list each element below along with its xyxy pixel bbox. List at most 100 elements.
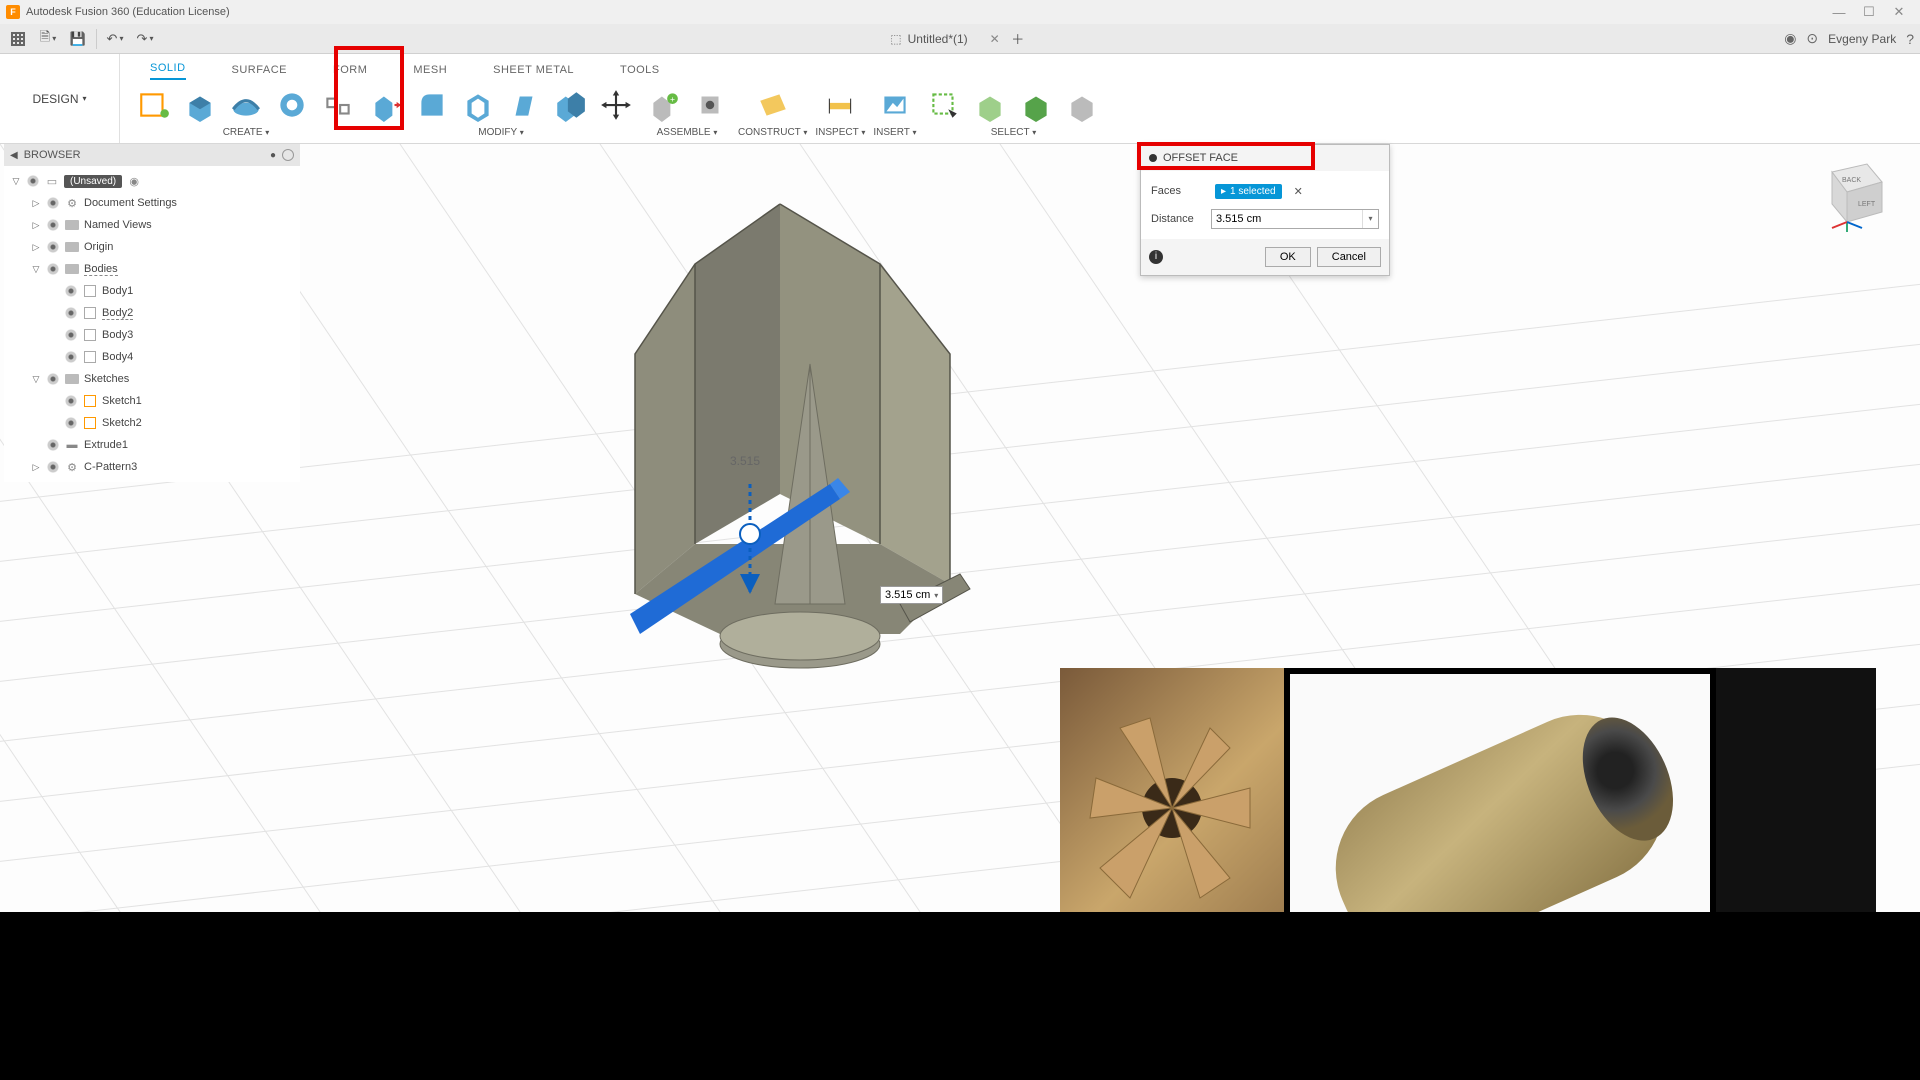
close-button[interactable]: ✕	[1884, 4, 1914, 20]
clear-selection-button[interactable]: ✕	[1294, 185, 1303, 198]
extrude-tool[interactable]	[180, 85, 220, 125]
window-select-tool[interactable]	[924, 85, 964, 125]
insert-label[interactable]: INSERT ▾	[873, 127, 916, 138]
tab-tools[interactable]: TOOLS	[620, 64, 660, 80]
select-component-tool[interactable]	[1062, 85, 1102, 125]
dialog-title-bar[interactable]: OFFSET FACE	[1141, 145, 1389, 171]
eye-icon[interactable]	[26, 174, 40, 188]
shell-tool[interactable]	[458, 85, 498, 125]
visibility-icon[interactable]	[46, 372, 60, 386]
tab-mesh[interactable]: MESH	[413, 64, 447, 80]
expand-arrow-icon[interactable]: ▽	[30, 264, 42, 275]
tree-item[interactable]: ▷⚙C-Pattern3	[4, 456, 300, 478]
tab-surface[interactable]: SURFACE	[232, 64, 287, 80]
expand-arrow-icon[interactable]: ▷	[30, 462, 42, 473]
tree-item[interactable]: ▷Named Views	[4, 214, 300, 236]
visibility-icon[interactable]	[64, 306, 78, 320]
tree-item[interactable]: Body4	[4, 346, 300, 368]
activate-icon[interactable]: ◉	[126, 174, 142, 188]
undo-button[interactable]: ↶▾	[103, 27, 127, 51]
ok-button[interactable]: OK	[1265, 247, 1311, 267]
create-label[interactable]: CREATE ▾	[223, 127, 270, 138]
expand-arrow-icon[interactable]: ▷	[30, 220, 42, 231]
tab-sheet-metal[interactable]: SHEET METAL	[493, 64, 574, 80]
tree-item[interactable]: Sketch2	[4, 412, 300, 434]
tree-item[interactable]: ▽Sketches	[4, 368, 300, 390]
new-component-tool[interactable]: +	[644, 85, 684, 125]
faces-selection-chip[interactable]: ▸ 1 selected	[1215, 184, 1282, 199]
tree-item[interactable]: Body1	[4, 280, 300, 302]
info-icon[interactable]: i	[1149, 250, 1163, 264]
visibility-icon[interactable]	[46, 262, 60, 276]
dialog-pin-icon[interactable]	[1149, 154, 1157, 162]
tree-item[interactable]: Sketch1	[4, 390, 300, 412]
visibility-icon[interactable]	[64, 284, 78, 298]
cancel-button[interactable]: Cancel	[1317, 247, 1381, 267]
combine-tool[interactable]	[550, 85, 590, 125]
expand-arrow-icon[interactable]: ▷	[30, 242, 42, 253]
modify-label[interactable]: MODIFY ▾	[478, 127, 524, 138]
visibility-icon[interactable]	[64, 328, 78, 342]
visibility-icon[interactable]	[64, 394, 78, 408]
move-tool[interactable]	[596, 85, 636, 125]
create-sketch-tool[interactable]	[134, 85, 174, 125]
select-label[interactable]: SELECT ▾	[991, 127, 1037, 138]
notifications-icon[interactable]: ⊙	[1806, 30, 1818, 47]
help-icon[interactable]: ?	[1906, 31, 1914, 47]
visibility-icon[interactable]	[46, 240, 60, 254]
construct-label[interactable]: CONSTRUCT ▾	[738, 127, 807, 138]
press-pull-tool[interactable]	[366, 85, 406, 125]
revolve-tool[interactable]	[226, 85, 266, 125]
loft-tool[interactable]	[318, 85, 358, 125]
user-name[interactable]: Evgeny Park	[1828, 32, 1896, 46]
draft-tool[interactable]	[504, 85, 544, 125]
chevron-down-icon[interactable]: ▾	[1362, 210, 1378, 228]
assemble-label[interactable]: ASSEMBLE ▾	[657, 127, 718, 138]
measure-tool[interactable]	[820, 85, 860, 125]
collapse-icon[interactable]: ◀	[10, 150, 18, 161]
visibility-icon[interactable]	[64, 416, 78, 430]
tree-item[interactable]: ▽Bodies	[4, 258, 300, 280]
close-tab-button[interactable]: ✕	[990, 32, 1000, 46]
extensions-icon[interactable]: ◉	[1784, 30, 1796, 47]
redo-button[interactable]: ↷▾	[133, 27, 157, 51]
visibility-icon[interactable]	[46, 196, 60, 210]
chevron-down-icon[interactable]: ▾	[934, 591, 938, 600]
visibility-icon[interactable]	[46, 218, 60, 232]
tree-item[interactable]: ▬Extrude1	[4, 434, 300, 456]
browser-options-icon[interactable]: ●	[270, 150, 276, 161]
inspect-label[interactable]: INSPECT ▾	[815, 127, 865, 138]
insert-decal-tool[interactable]	[875, 85, 915, 125]
fillet-tool[interactable]	[412, 85, 452, 125]
tab-form[interactable]: FORM	[333, 64, 367, 80]
joint-tool[interactable]	[690, 85, 730, 125]
tree-item[interactable]: ▷⚙Document Settings	[4, 192, 300, 214]
dimension-input[interactable]: 3.515 cm ▾	[880, 586, 943, 604]
minimize-button[interactable]: —	[1824, 5, 1854, 20]
sweep-tool[interactable]	[272, 85, 312, 125]
paint-select-tool[interactable]	[970, 85, 1010, 125]
tree-root[interactable]: ▽ ▭ (Unsaved) ◉	[4, 170, 300, 192]
distance-input[interactable]: ▾	[1211, 209, 1379, 229]
expand-arrow-icon[interactable]: ▷	[30, 198, 42, 209]
visibility-icon[interactable]	[64, 350, 78, 364]
construct-plane-tool[interactable]	[753, 85, 793, 125]
workspace-switcher[interactable]: DESIGN▾	[0, 54, 120, 143]
file-menu[interactable]: 🗎▾	[36, 27, 60, 51]
model[interactable]: 3.515 3.515 cm ▾	[600, 174, 1020, 694]
maximize-button[interactable]: ☐	[1854, 4, 1884, 20]
tab-solid[interactable]: SOLID	[150, 62, 186, 80]
visibility-icon[interactable]	[46, 460, 60, 474]
save-button[interactable]: 💾	[66, 27, 90, 51]
new-tab-button[interactable]: ＋	[1006, 27, 1030, 51]
tree-item[interactable]: ▷Origin	[4, 236, 300, 258]
expand-arrow-icon[interactable]: ▽	[30, 374, 42, 385]
select-body-tool[interactable]	[1016, 85, 1056, 125]
browser-pin-icon[interactable]	[282, 149, 294, 161]
tree-item[interactable]: Body2	[4, 302, 300, 324]
browser-header[interactable]: ◀ BROWSER ●	[4, 144, 300, 166]
tree-item[interactable]: Body3	[4, 324, 300, 346]
document-tab[interactable]: ⬚ Untitled*(1) ✕ ＋	[890, 27, 1029, 51]
data-panel-button[interactable]	[6, 27, 30, 51]
viewport[interactable]: ◀ BROWSER ● ▽ ▭ (Unsaved) ◉ ▷⚙Document S…	[0, 144, 1920, 1030]
